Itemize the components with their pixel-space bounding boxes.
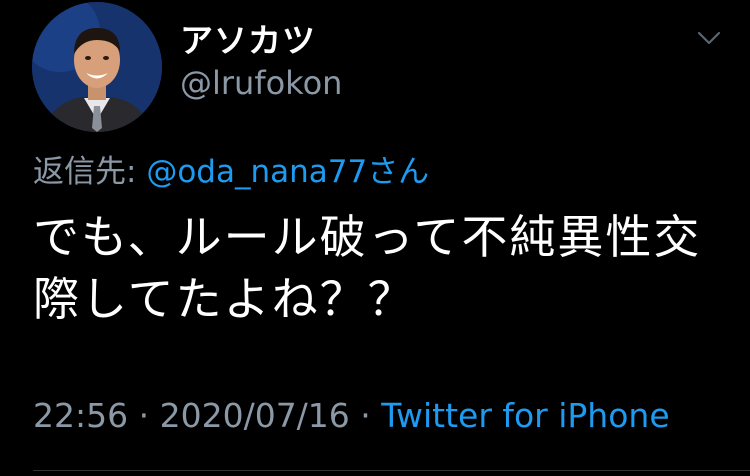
- avatar[interactable]: [32, 2, 162, 132]
- display-name[interactable]: アソカツ: [180, 14, 316, 62]
- tweet-time[interactable]: 22:56: [33, 396, 128, 435]
- tweet-meta: 22:56 · 2020/07/16 · Twitter for iPhone: [33, 396, 670, 435]
- reply-context: 返信先: @oda_nana77さん: [33, 146, 429, 191]
- chevron-down-icon[interactable]: [696, 28, 722, 48]
- tweet-text: でも、ルール破って不純異性交 際してたよね？？: [33, 206, 733, 330]
- user-handle[interactable]: @lrufokon: [180, 64, 342, 102]
- divider: [33, 470, 750, 471]
- tweet-detail: アソカツ @lrufokon 返信先: @oda_nana77さん でも、ルール…: [0, 0, 750, 476]
- meta-separator: ·: [128, 396, 160, 435]
- tweet-source-link[interactable]: Twitter for iPhone: [381, 396, 669, 435]
- tweet-text-line: でも、ルール破って不純異性交: [33, 210, 702, 264]
- tweet-date[interactable]: 2020/07/16: [160, 396, 350, 435]
- meta-separator: ·: [349, 396, 382, 435]
- tweet-text-line: 際してたよね？？: [33, 272, 416, 326]
- reply-mention-link[interactable]: @oda_nana77さん: [146, 154, 429, 190]
- avatar-photo: [32, 2, 162, 132]
- reply-prefix: 返信先:: [33, 154, 147, 190]
